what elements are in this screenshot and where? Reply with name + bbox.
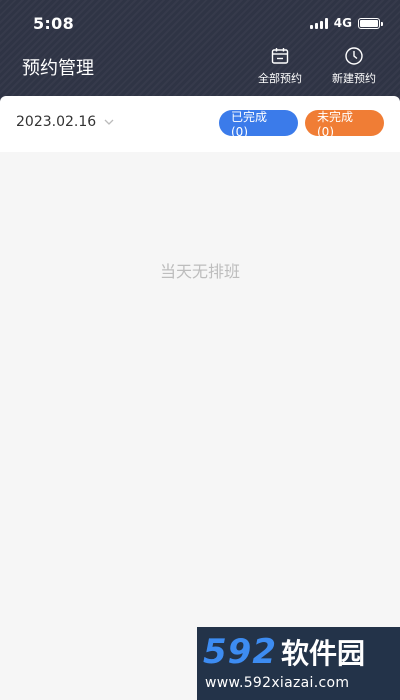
app-header: 5:08 4G 预约管理 全部预约 新建预约 (0, 0, 400, 104)
all-appointments-label: 全部预约 (258, 72, 302, 85)
watermark-logo-number: 592 (203, 632, 277, 672)
filter-bar: 2023.02.16 已完成 (0) 未完成 (0) (0, 96, 400, 152)
watermark-url: www.592xiazai.com (205, 675, 350, 691)
calendar-icon (271, 48, 289, 64)
incomplete-filter-button[interactable]: 未完成 (0) (305, 110, 384, 139)
new-appointment-button[interactable]: 新建预约 (324, 46, 384, 86)
date-picker[interactable]: 2023.02.16 (16, 114, 114, 130)
status-indicators: 4G (309, 16, 383, 30)
chevron-down-icon (104, 119, 114, 125)
completed-filter-button[interactable]: 已完成 (0) (219, 110, 298, 139)
clock-icon (345, 47, 363, 65)
watermark-logo: 592 软件园 (203, 635, 365, 671)
signal-icon (309, 17, 328, 29)
watermark: 592 软件园 www.592xiazai.com (197, 627, 400, 700)
all-appointments-button[interactable]: 全部预约 (250, 46, 310, 86)
selected-date: 2023.02.16 (16, 114, 97, 130)
new-appointment-label: 新建预约 (332, 72, 376, 85)
status-bar: 5:08 4G (0, 0, 400, 44)
empty-state-message: 当天无排班 (159, 262, 240, 281)
status-time: 5:08 (33, 14, 74, 33)
network-type: 4G (333, 16, 352, 30)
page-title: 预约管理 (22, 58, 94, 79)
watermark-logo-text: 软件园 (280, 637, 365, 670)
battery-icon (358, 17, 383, 29)
